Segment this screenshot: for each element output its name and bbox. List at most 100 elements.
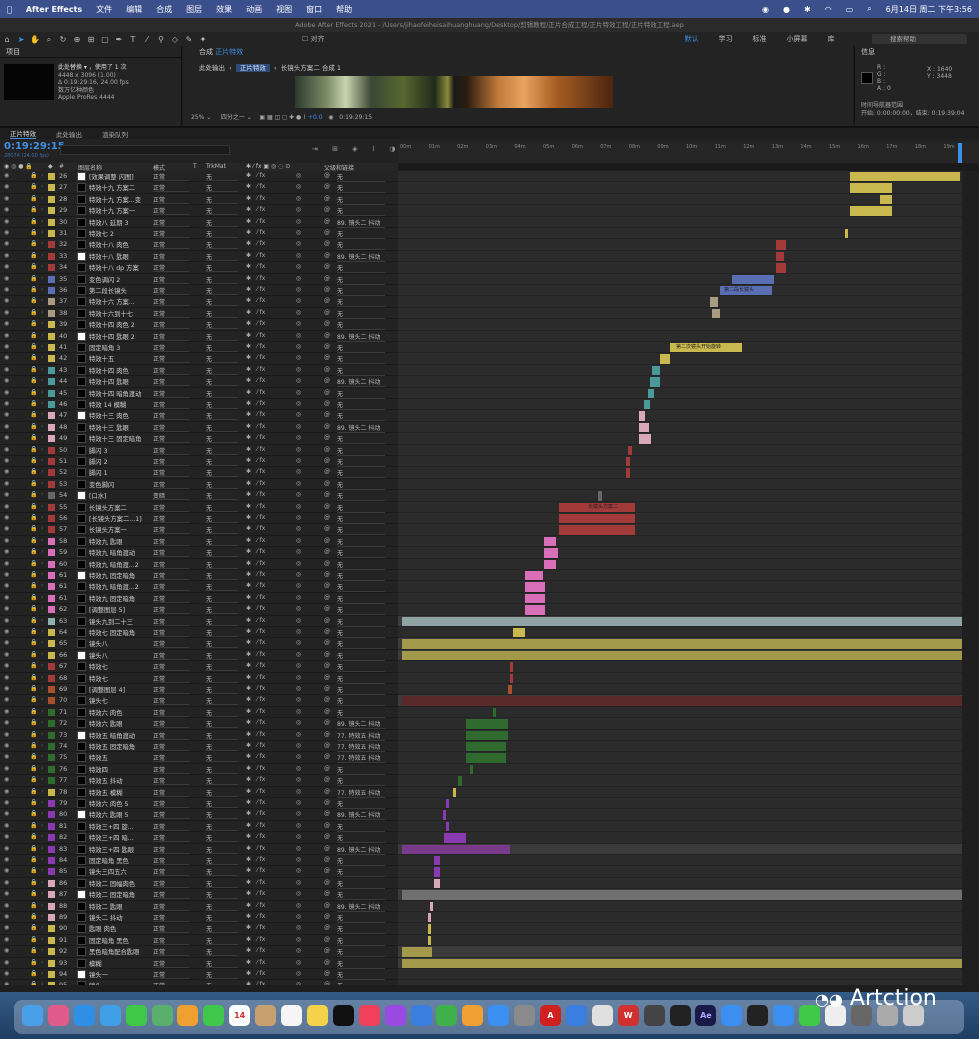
snapshot-icon[interactable]: ◉ [328,114,333,121]
trkmat-select[interactable]: 无 [206,970,238,979]
layer-clip-bar[interactable] [525,593,545,604]
trkmat-select[interactable]: 无 [206,776,238,786]
blend-mode-select[interactable]: 正常 [153,560,189,569]
vertical-scroll-track[interactable] [962,387,979,399]
vertical-scroll-track[interactable] [962,832,979,844]
vertical-scroll-track[interactable] [962,444,979,456]
layer-clip-bar[interactable] [652,365,660,376]
vertical-scroll-track[interactable] [962,946,979,958]
blend-mode-select[interactable]: 正常 [153,172,189,181]
calendar-icon[interactable]: 14 [229,1005,251,1026]
layer-switch-icons[interactable]: ✱ ⁄ fx ◎ [246,446,301,453]
lock-icon[interactable]: 🔒 [30,491,37,498]
numbers-icon[interactable] [436,1005,458,1026]
baidu-icon[interactable] [565,1005,587,1026]
lock-icon[interactable]: 🔒 [30,229,37,236]
layer-row[interactable]: ◉ 🔒 › 80 特效六 匙眼 5 正常 无 ✱ ⁄ fx ◎ @89. 镜头二 抖动 [0,809,979,821]
layer-row[interactable]: ◉ 🔒 › 57 长镜头方案一 正常 无 ✱ ⁄ fx ◎ @ 无 [0,524,979,536]
lock-icon[interactable]: 🔒 [30,514,37,521]
layer-row[interactable]: ◉ 🔒 › 44 特效十四 匙眼 正常 无 ✱ ⁄ fx ◎ @89. 镜头二 抖动 [0,376,979,388]
visibility-eye-icon[interactable]: ◉ [4,799,9,806]
breadcrumb-nested[interactable]: 长镜头方案二 合成 1 [281,64,341,72]
vertical-scroll-track[interactable] [962,934,979,947]
tab-render-queue[interactable]: 渲染队列 [102,129,128,139]
layer-row[interactable]: ◉ 🔒 › 34 特效十八 dp 方案 正常 无 ✱ ⁄ fx ◎ @ 无 [0,262,979,274]
parent-select[interactable]: 无 [337,765,385,775]
layer-track[interactable]: 第二段长镜头 [398,285,962,297]
layer-clip-bar[interactable] [544,536,556,547]
layer-name[interactable]: [长镜头方案二...1] [89,514,149,523]
layer-name[interactable]: 特效五 模糊 [89,788,149,797]
lock-icon[interactable]: 🔒 [30,959,37,966]
visibility-eye-icon[interactable]: ◉ [4,582,9,589]
expand-triangle-icon[interactable]: › [41,970,43,977]
terminal-icon[interactable] [669,1005,691,1026]
blend-mode-select[interactable]: 正常 [153,582,189,592]
lock-icon[interactable]: 🔒 [30,890,37,897]
vertical-scroll-track[interactable] [962,592,979,605]
visibility-eye-icon[interactable]: ◉ [4,970,9,977]
lock-icon[interactable]: 🔒 [30,685,37,692]
layer-clip-bar[interactable] [434,867,440,877]
layer-row[interactable]: ◉ 🔒 › 69 [调整图层 4] 正常 无 ✱ ⁄ fx ◎ @ 无 [0,684,979,696]
expand-triangle-icon[interactable]: › [41,229,43,236]
layer-name[interactable]: 特效三+四 匙眼 [89,845,149,854]
trkmat-select[interactable]: 无 [206,468,238,478]
expand-triangle-icon[interactable]: › [41,742,43,749]
visibility-eye-icon[interactable]: ◉ [4,525,9,532]
lock-icon[interactable]: 🔒 [30,594,37,601]
trkmat-select[interactable]: 无 [206,537,238,546]
vertical-scroll-track[interactable] [962,250,979,263]
parent-select[interactable]: 无 [337,560,385,570]
layer-row[interactable]: ◉ 🔒 › 72 特效六 匙眼 正常 无 ✱ ⁄ fx ◎ @89. 镜头二 抖动 [0,718,979,730]
trkmat-select[interactable]: 无 [206,377,238,387]
layer-row[interactable]: ◉ 🔒 › 29 特效十九 方案一 正常 无 ✱ ⁄ fx ◎ @ 无 [0,205,979,217]
notification-icon[interactable]: ● [783,5,790,14]
label-color-swatch[interactable] [48,845,55,853]
expand-triangle-icon[interactable]: › [41,377,43,384]
layer-row[interactable]: ◉ 🔒 › 66 镜头八 正常 无 ✱ ⁄ fx ◎ @ 无 [0,649,979,662]
layer-clip-bar[interactable] [525,605,545,615]
label-color-swatch[interactable] [48,275,55,283]
trkmat-select[interactable]: 无 [206,275,238,284]
parent-select[interactable]: 无 [337,924,385,935]
layer-track[interactable] [398,718,962,730]
vertical-scroll-track[interactable] [962,478,979,491]
visibility-eye-icon[interactable]: ◉ [4,332,9,339]
layer-switch-icons[interactable]: ✱ ⁄ fx ◎ [246,833,301,840]
label-color-swatch[interactable] [48,218,55,226]
layer-track[interactable] [398,820,962,833]
trkmat-select[interactable]: 无 [206,252,238,261]
shape-tool-icon[interactable]: ▢ [100,35,110,44]
parent-select[interactable]: 无 [337,856,385,866]
expand-triangle-icon[interactable]: › [41,560,43,567]
visibility-eye-icon[interactable]: ◉ [4,297,9,304]
expand-triangle-icon[interactable]: › [41,947,43,954]
layer-name[interactable]: 特效十九 方案一 [89,206,149,215]
pickwhip-icon[interactable]: @ [324,468,330,475]
parent-select[interactable]: 无 [337,525,385,536]
layer-switch-icons[interactable]: ✱ ⁄ fx ◎ [246,560,301,567]
label-color-swatch[interactable] [48,617,55,625]
layer-track[interactable] [398,752,962,764]
layer-track[interactable] [398,855,962,867]
trkmat-select[interactable]: 无 [206,936,238,945]
blend-mode-select[interactable]: 正常 [153,366,189,375]
visibility-eye-icon[interactable]: ◉ [4,354,9,361]
layer-row[interactable]: ◉ 🔒 › 32 特效十八 肉色 正常 无 ✱ ⁄ fx ◎ @ 无 [0,239,979,251]
label-color-swatch[interactable] [48,321,55,329]
layer-name[interactable]: 长镜头方案二 [89,503,149,512]
pickwhip-icon[interactable]: @ [324,799,330,806]
parent-select[interactable]: 无 [337,582,385,593]
layer-track[interactable] [398,433,962,445]
label-color-swatch[interactable] [48,412,55,420]
blend-mode-select[interactable]: 正常 [153,320,189,330]
layer-switch-icons[interactable]: ✱ ⁄ fx ◎ [246,377,301,384]
layer-switch-icons[interactable]: ✱ ⁄ fx ◎ [246,172,301,179]
parent-select[interactable]: 无 [337,354,385,365]
pickwhip-icon[interactable]: @ [324,651,330,658]
vertical-scroll-track[interactable] [962,410,979,422]
trkmat-select[interactable]: 无 [206,582,238,592]
lock-icon[interactable]: 🔒 [30,183,37,190]
layer-switch-icons[interactable]: ✱ ⁄ fx ◎ [246,753,301,760]
